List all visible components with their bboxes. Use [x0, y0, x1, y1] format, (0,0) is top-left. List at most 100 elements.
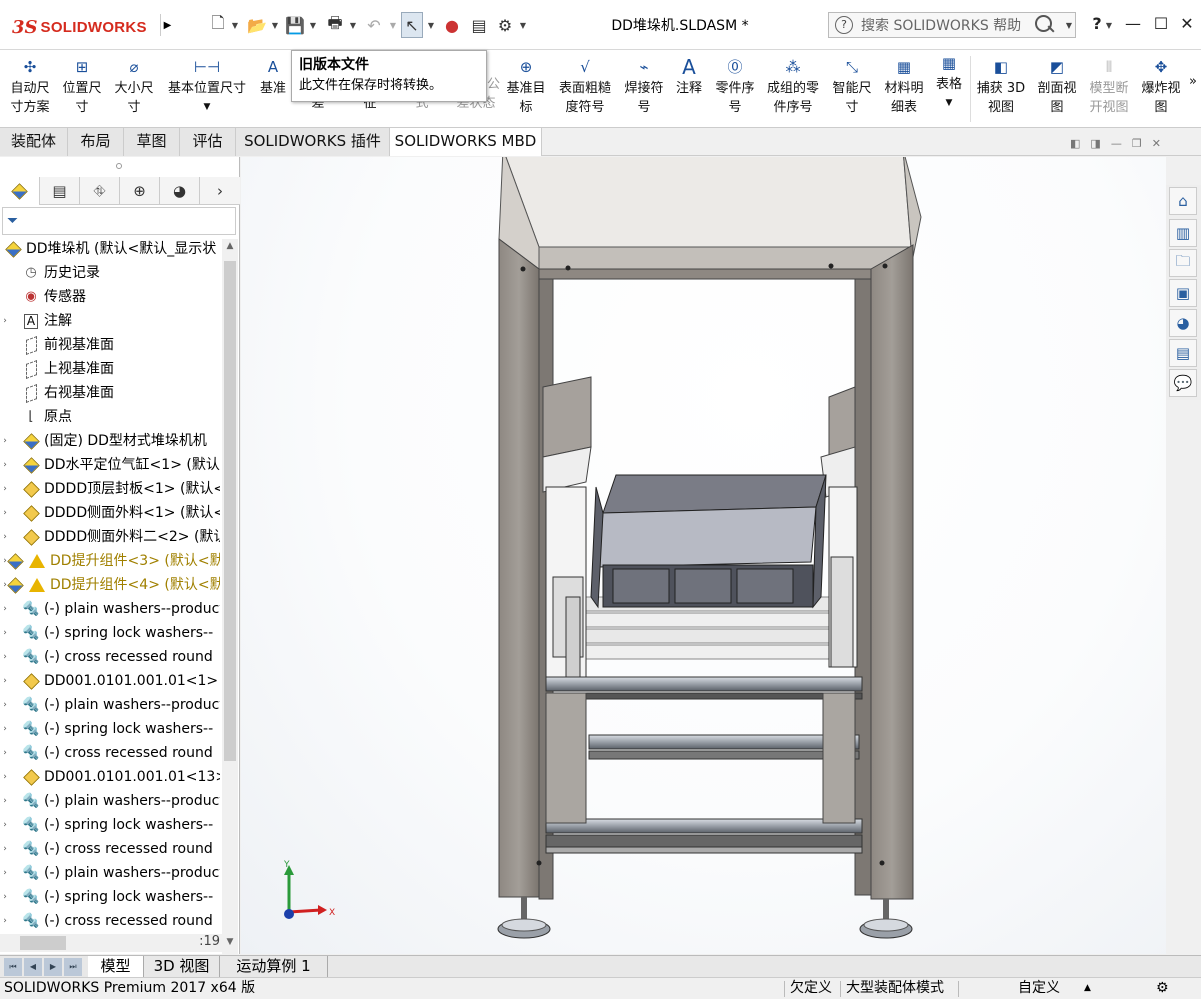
- tree-item[interactable]: › 🔩 (-) plain washers--product: [0, 861, 220, 885]
- rebuild-status-icon[interactable]: ⚙: [1156, 978, 1169, 999]
- maximize-icon[interactable]: ☐: [1150, 14, 1172, 33]
- tree-item[interactable]: › DDDD侧面外料<1> (默认<: [0, 501, 220, 525]
- expand-arrow-icon[interactable]: ›: [0, 525, 10, 549]
- scroll-up-icon[interactable]: ▲: [224, 241, 236, 255]
- tree-item[interactable]: › DD提升组件<3> (默认<默: [0, 549, 220, 573]
- tree-filter[interactable]: ⏷: [2, 207, 236, 235]
- datum-button[interactable]: A 基准: [256, 56, 290, 98]
- auto-dimension-scheme-button[interactable]: ✣ 自动尺 寸方案: [4, 56, 56, 117]
- tab-motion-study[interactable]: 运动算例 1: [220, 956, 328, 978]
- expand-arrow-icon[interactable]: ›: [0, 717, 10, 741]
- expand-arrow-icon[interactable]: ›: [0, 621, 10, 645]
- expand-arrow-icon[interactable]: ›: [0, 501, 10, 525]
- select-cursor-icon[interactable]: ↖: [401, 12, 423, 38]
- solidworks-logo[interactable]: 3S SOLIDWORKS: [12, 12, 155, 42]
- tab-solidworks-mbd[interactable]: SOLIDWORKS MBD: [390, 128, 542, 156]
- expand-arrow-icon[interactable]: ›: [0, 645, 10, 669]
- basic-location-dimension-button[interactable]: ⊢⊣ 基本位置尺寸 ▼: [162, 56, 252, 117]
- scroll-down-icon[interactable]: ▼: [224, 937, 236, 951]
- bom-button[interactable]: ▦ 材料明 细表: [880, 56, 928, 117]
- tree-item[interactable]: › 🔩 (-) plain washers--product: [0, 789, 220, 813]
- tab-assembly[interactable]: 装配体: [0, 128, 68, 156]
- custom-properties-icon[interactable]: ▤: [1169, 339, 1197, 367]
- dimxpert-manager-tab-icon[interactable]: ⊕: [120, 177, 160, 205]
- save-icon[interactable]: 💾: [285, 12, 305, 38]
- home-icon[interactable]: ⌂: [1169, 187, 1197, 215]
- undo-icon[interactable]: ↶: [363, 12, 385, 38]
- model-break-view-button[interactable]: ⫴ 模型断 开视图: [1084, 56, 1134, 117]
- tree-item[interactable]: › DD001.0101.001.01<1> (: [0, 669, 220, 693]
- tree-item[interactable]: › DD水平定位气缸<1> (默认: [0, 453, 220, 477]
- viewport-close-icon[interactable]: ✕: [1152, 137, 1161, 155]
- open-dropdown-icon[interactable]: ▼: [270, 12, 280, 38]
- tree-item[interactable]: › 🔩 (-) cross recessed round: [0, 645, 220, 669]
- tree-item[interactable]: › DDDD侧面外料二<2> (默认: [0, 525, 220, 549]
- tree-item[interactable]: ⌊ 原点: [0, 405, 220, 429]
- size-dimension-button[interactable]: ⌀ 大小尺 寸: [110, 56, 158, 117]
- location-dimension-button[interactable]: ⊞ 位置尺 寸: [58, 56, 106, 117]
- tree-item[interactable]: › (固定) DD型材式堆垛机机: [0, 429, 220, 453]
- tree-vertical-scrollbar[interactable]: ▲ ▼: [222, 239, 238, 954]
- menu-expand-icon[interactable]: ▶: [160, 14, 174, 36]
- panel-left-icon[interactable]: ◧: [1070, 137, 1080, 155]
- scroll-thumb[interactable]: [224, 261, 236, 761]
- expand-arrow-icon[interactable]: ›: [0, 669, 10, 693]
- capture-3d-view-button[interactable]: ◧ 捕获 3D 视图: [974, 56, 1028, 117]
- tab-evaluate[interactable]: 评估: [180, 128, 236, 156]
- tree-item[interactable]: › 🔩 (-) cross recessed round: [0, 837, 220, 861]
- tab-layout[interactable]: 布局: [68, 128, 124, 156]
- tree-item[interactable]: › 🔩 (-) spring lock washers--: [0, 621, 220, 645]
- appearances-icon[interactable]: ◕: [1169, 309, 1197, 337]
- property-manager-tab-icon[interactable]: ▤: [40, 177, 80, 205]
- tree-item[interactable]: › A 注解: [0, 309, 220, 333]
- tree-item[interactable]: › 🔩 (-) spring lock washers--: [0, 813, 220, 837]
- panel-right-icon[interactable]: ◨: [1090, 137, 1100, 155]
- first-tab-icon[interactable]: ⏮: [4, 958, 22, 976]
- print-dropdown-icon[interactable]: ▼: [348, 12, 358, 38]
- tree-item[interactable]: › DDDD顶层封板<1> (默认<: [0, 477, 220, 501]
- assembly-model[interactable]: [241, 157, 1166, 954]
- minimize-icon[interactable]: —: [1122, 14, 1144, 33]
- status-custom-units[interactable]: 自定义: [1018, 978, 1060, 999]
- tree-item[interactable]: ◷ 历史记录: [0, 261, 220, 285]
- table-dropdown-icon[interactable]: ▼: [946, 94, 953, 113]
- tab-model[interactable]: 模型: [88, 956, 144, 978]
- expand-arrow-icon[interactable]: ›: [0, 741, 10, 765]
- forum-icon[interactable]: 💬: [1169, 369, 1197, 397]
- select-dropdown-icon[interactable]: ▼: [426, 12, 436, 38]
- expand-arrow-icon[interactable]: ›: [0, 765, 10, 789]
- tree-item[interactable]: › DD001.0101.001.01<13> (: [0, 765, 220, 789]
- tree-item[interactable]: 上视基准面: [0, 357, 220, 381]
- tree-item[interactable]: › 🔩 (-) cross recessed round: [0, 741, 220, 765]
- expand-arrow-icon[interactable]: ›: [0, 909, 10, 933]
- open-document-icon[interactable]: 📂: [246, 12, 268, 38]
- last-tab-icon[interactable]: ⏭: [64, 958, 82, 976]
- viewport-minimize-icon[interactable]: —: [1111, 137, 1122, 155]
- section-view-button[interactable]: ◩ 剖面视 图: [1032, 56, 1082, 117]
- exploded-view-button[interactable]: ✥ 爆炸视 图: [1136, 56, 1186, 117]
- tab-3d-views[interactable]: 3D 视图: [144, 956, 220, 978]
- stacked-balloon-button[interactable]: ⁂ 成组的零 件序号: [762, 56, 824, 117]
- expand-arrow-icon[interactable]: ›: [0, 693, 10, 717]
- datum-target-button[interactable]: ⊕ 基准目 标: [502, 56, 550, 117]
- expand-arrow-icon[interactable]: ›: [0, 597, 10, 621]
- undo-dropdown-icon[interactable]: ▼: [388, 12, 398, 38]
- expand-arrow-icon[interactable]: ›: [0, 453, 10, 477]
- expand-arrow-icon[interactable]: ›: [0, 789, 10, 813]
- search-icon[interactable]: [1033, 14, 1055, 36]
- units-dropdown-icon[interactable]: ▲: [1084, 978, 1091, 999]
- expand-arrow-icon[interactable]: ›: [0, 813, 10, 837]
- search-dropdown-icon[interactable]: ▼: [1064, 12, 1074, 38]
- tree-item[interactable]: › 🔩 (-) spring lock washers--: [0, 717, 220, 741]
- tree-item[interactable]: 前视基准面: [0, 333, 220, 357]
- tree-item[interactable]: › 🔩 (-) plain washers--product: [0, 597, 220, 621]
- graphics-viewport[interactable]: ⌕ ⌕ ✎ ▥ ▣ ◫ ◨ ◌ ◍ ◒ ▭: [241, 157, 1166, 954]
- tree-item[interactable]: ◉ 传感器: [0, 285, 220, 309]
- tree-item[interactable]: › 🔩 (-) cross recessed round: [0, 909, 220, 933]
- surface-finish-button[interactable]: √ 表面粗糙 度符号: [554, 56, 616, 117]
- options-dropdown-icon[interactable]: ▼: [518, 12, 528, 38]
- new-dropdown-icon[interactable]: ▼: [230, 12, 240, 38]
- file-explorer-icon[interactable]: 🗀: [1169, 249, 1197, 277]
- tree-root-assembly[interactable]: DD堆垛机 (默认<默认_显示状: [0, 237, 220, 261]
- tree-item[interactable]: 右视基准面: [0, 381, 220, 405]
